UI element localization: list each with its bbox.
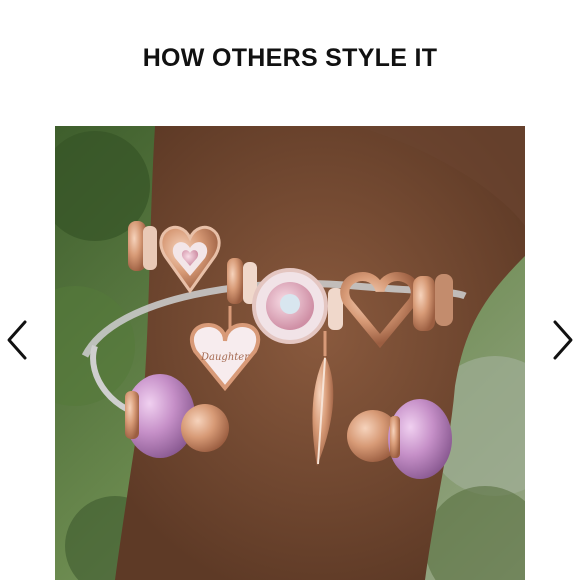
style-gallery-section: HOW OTHERS STYLE IT Daughter — [0, 0, 580, 580]
bracelet-photo: Daughter — [55, 126, 525, 580]
carousel-next-button[interactable] — [546, 316, 580, 364]
carousel-prev-button[interactable] — [0, 316, 34, 364]
section-title: HOW OTHERS STYLE IT — [142, 44, 438, 72]
carousel-image[interactable]: Daughter — [55, 126, 525, 580]
charm-engraving: Daughter — [200, 352, 250, 363]
chevron-right-icon — [553, 320, 573, 360]
chevron-left-icon — [7, 320, 27, 360]
